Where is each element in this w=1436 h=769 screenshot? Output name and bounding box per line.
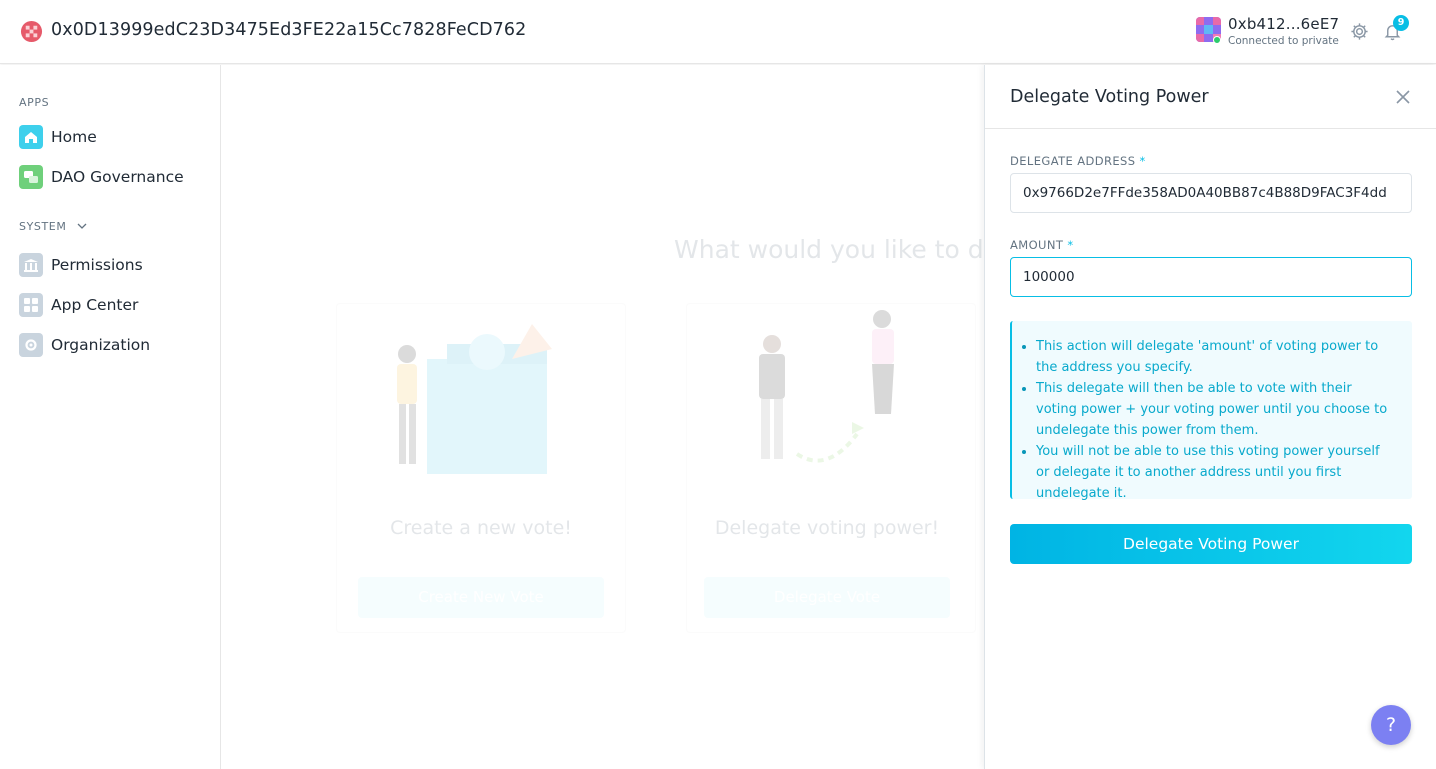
system-section-label: SYSTEM bbox=[19, 220, 67, 233]
notification-badge[interactable]: 9 bbox=[1393, 15, 1409, 31]
sidebar-item-label: App Center bbox=[51, 296, 139, 314]
account-name: 0xb412...6eE7 bbox=[1228, 15, 1340, 33]
info-item: This delegate will then be able to vote … bbox=[1036, 378, 1396, 441]
sidebar-item-app-center[interactable]: App Center bbox=[19, 292, 138, 318]
gear-icon[interactable] bbox=[1350, 22, 1369, 41]
info-list: This action will delegate 'amount' of vo… bbox=[1036, 336, 1396, 504]
main-content: What would you like to do? Create a new … bbox=[221, 65, 1012, 769]
org-address[interactable]: 0x0D13999edC23D3475Ed3FE22a15Cc7828FeCD7… bbox=[51, 20, 526, 40]
org-logo-icon[interactable] bbox=[20, 20, 43, 43]
account-info[interactable]: 0xb412...6eE7 Connected to private bbox=[1228, 15, 1339, 47]
delegate-panel: Delegate Voting Power DELEGATE ADDRESS *… bbox=[984, 65, 1436, 769]
page-title: What would you like to do? bbox=[674, 235, 1013, 264]
sidebar-item-label: Home bbox=[51, 128, 97, 146]
home-icon bbox=[19, 125, 43, 149]
permissions-icon bbox=[19, 253, 43, 277]
info-item: This action will delegate 'amount' of vo… bbox=[1036, 336, 1396, 378]
delegate-vote-title: Delegate voting power! bbox=[714, 517, 940, 539]
sidebar-item-organization[interactable]: Organization bbox=[19, 332, 150, 358]
info-box: This action will delegate 'amount' of vo… bbox=[1010, 321, 1412, 501]
close-icon[interactable] bbox=[1395, 89, 1411, 105]
create-vote-illustration bbox=[397, 324, 552, 474]
delegate-address-field[interactable] bbox=[1010, 173, 1412, 213]
create-new-vote-button[interactable]: Create New Vote bbox=[358, 577, 604, 618]
amount-field[interactable] bbox=[1010, 257, 1412, 297]
chevron-down-icon bbox=[77, 223, 87, 229]
connection-status-dot bbox=[1213, 36, 1221, 44]
delegate-voting-power-button[interactable]: Delegate Voting Power bbox=[1010, 524, 1412, 564]
sidebar: APPS Home DAO Governance SYSTEM Permissi… bbox=[0, 65, 221, 769]
apps-section-label: APPS bbox=[19, 96, 50, 109]
delegate-address-label-text: DELEGATE ADDRESS bbox=[1010, 154, 1136, 168]
system-section-toggle[interactable]: SYSTEM bbox=[19, 220, 87, 233]
governance-icon bbox=[19, 165, 43, 189]
amount-label-text: AMOUNT bbox=[1010, 238, 1064, 252]
panel-title: Delegate Voting Power bbox=[1010, 87, 1209, 107]
sidebar-item-label: Organization bbox=[51, 336, 151, 354]
create-vote-title: Create a new vote! bbox=[390, 517, 572, 539]
organization-icon bbox=[19, 333, 43, 357]
help-button[interactable]: ? bbox=[1371, 705, 1411, 745]
delegate-vote-button[interactable]: Delegate Vote bbox=[704, 577, 950, 618]
info-item: You will not be able to use this voting … bbox=[1036, 441, 1396, 504]
delegate-illustration bbox=[759, 310, 894, 463]
delegate-address-label: DELEGATE ADDRESS * bbox=[1010, 154, 1146, 168]
sidebar-item-permissions[interactable]: Permissions bbox=[19, 252, 143, 278]
sidebar-item-home[interactable]: Home bbox=[19, 124, 97, 150]
amount-label: AMOUNT * bbox=[1010, 238, 1074, 252]
top-bar: 0x0D13999edC23D3475Ed3FE22a15Cc7828FeCD7… bbox=[0, 0, 1436, 64]
required-mark: * bbox=[1067, 238, 1074, 252]
sidebar-item-dao-governance[interactable]: DAO Governance bbox=[19, 164, 184, 190]
app-center-icon bbox=[19, 293, 43, 317]
sidebar-item-label: Permissions bbox=[51, 256, 143, 274]
required-mark: * bbox=[1139, 154, 1146, 168]
account-status: Connected to private bbox=[1228, 35, 1339, 47]
panel-header: Delegate Voting Power bbox=[985, 65, 1436, 129]
sidebar-item-label: DAO Governance bbox=[51, 168, 184, 186]
